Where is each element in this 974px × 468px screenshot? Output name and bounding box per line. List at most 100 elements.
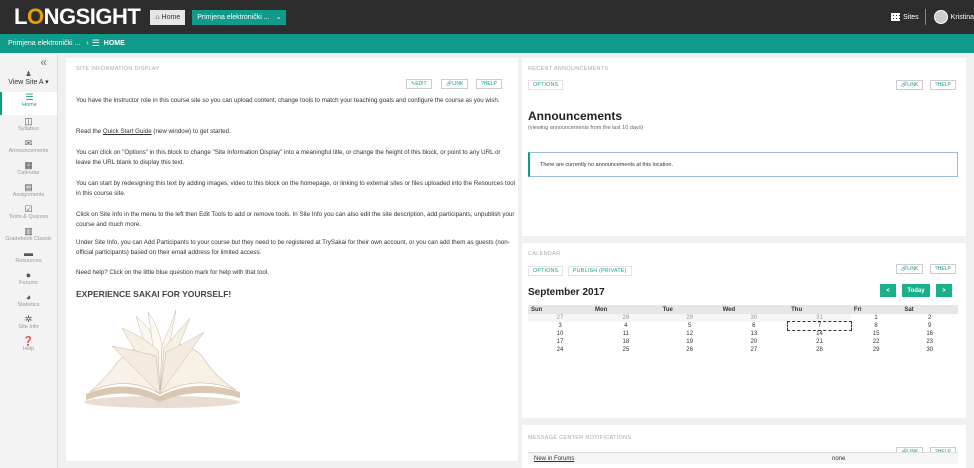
publish-private-button[interactable]: PUBLISH (PRIVATE): [568, 266, 632, 276]
longsight-logo[interactable]: LONGSIGHT: [14, 6, 141, 28]
calendar-day[interactable]: 28: [592, 314, 660, 322]
calendar-day[interactable]: 24: [528, 346, 592, 354]
calendar-day[interactable]: 6: [720, 322, 789, 330]
calendar-day[interactable]: 18: [592, 338, 660, 346]
announcements-help-button[interactable]: ?HELP: [930, 80, 956, 90]
home-button[interactable]: ⌂ Home: [150, 9, 186, 25]
collapse-sidebar-button[interactable]: «: [0, 56, 57, 70]
calendar-day[interactable]: 22: [851, 338, 901, 346]
weekday-header: Sun: [528, 305, 593, 314]
calendar-help-button[interactable]: ?HELP: [930, 264, 956, 274]
book-icon: ◫: [24, 116, 33, 126]
calendar-day[interactable]: 10: [528, 330, 592, 338]
link-button[interactable]: 🔗 LINK: [441, 79, 469, 89]
calendar-day[interactable]: 5: [660, 322, 720, 330]
calendar-day[interactable]: 19: [660, 338, 720, 346]
quick-start-guide-link[interactable]: Quick Start Guide: [103, 128, 152, 135]
today-button[interactable]: Today: [902, 284, 930, 297]
calendar-day[interactable]: 30: [901, 346, 958, 354]
calendar-day[interactable]: 23: [901, 338, 958, 346]
sidebar-item-syllabus[interactable]: ◫ Syllabus: [0, 116, 57, 137]
calendar-title: CALENDAR: [528, 251, 561, 257]
sidebar-item-site-info[interactable]: ✲ Site Info: [0, 314, 57, 335]
calendar-options-button[interactable]: OPTIONS: [528, 266, 564, 276]
calendar-day[interactable]: 26: [660, 346, 720, 354]
user-icon: ♟: [25, 71, 32, 78]
calendar-week-row: 24 25 26 27 28 29 30: [528, 346, 958, 354]
calendar-day[interactable]: 7: [787, 321, 852, 331]
sidebar-item-label: Site Info: [18, 324, 39, 330]
calendar-day[interactable]: 14: [788, 330, 851, 338]
sidebar-item-label: Announcements: [8, 148, 49, 154]
site-dropdown-button[interactable]: Primjena elektronički ... ⌄: [192, 9, 287, 25]
calendar-day[interactable]: 17: [528, 338, 592, 346]
calendar-day[interactable]: 9: [901, 322, 958, 330]
help-icon: ❓: [22, 336, 35, 346]
calendar-day[interactable]: 20: [720, 338, 789, 346]
calendar-day[interactable]: 2: [901, 314, 958, 322]
site-info-title: SITE INFORMATION DISPLAY: [76, 66, 160, 72]
calendar-day[interactable]: 11: [592, 330, 660, 338]
sidebar-item-assignments[interactable]: ▤ Assignments: [0, 182, 57, 203]
calendar-day[interactable]: 29: [851, 346, 901, 354]
calendar-day[interactable]: 3: [528, 322, 592, 330]
message-center-title: MESSAGE CENTER NOTIFICATIONS: [528, 435, 632, 441]
open-book-image: [84, 309, 240, 408]
calendar-day[interactable]: 1: [851, 314, 901, 322]
calendar-day[interactable]: 15: [851, 330, 901, 338]
help-button[interactable]: ?HELP: [476, 79, 502, 89]
previous-month-button[interactable]: <: [880, 284, 896, 297]
calendar-link-button[interactable]: 🔗 LINK: [896, 264, 924, 274]
tool-sidebar: « ♟ View Site A ▾ ☰ Home ◫ Syllabus ✉ Announc…: [0, 53, 58, 468]
calendar-day[interactable]: 27: [528, 314, 593, 322]
sidebar-item-help[interactable]: ❓ Help: [0, 336, 57, 357]
weekday-header: Sat: [901, 305, 958, 314]
avatar[interactable]: [933, 10, 948, 24]
calendar-week-row: 17 18 19 20 21 22 23: [528, 338, 958, 346]
sidebar-item-label: Gradebook Classic: [5, 236, 52, 242]
chevron-down-icon: ⌄: [275, 14, 282, 21]
calendar-day[interactable]: 4: [592, 322, 660, 330]
calendar-day[interactable]: 30: [719, 314, 789, 322]
sidebar-item-label: Syllabus: [18, 126, 39, 132]
sidebar-item-calendar[interactable]: ▦ Calendar: [0, 160, 57, 181]
view-site-as-control[interactable]: ♟ View Site A ▾: [0, 70, 57, 86]
calendar-day[interactable]: 27: [720, 346, 789, 354]
calendar-week-row: 10 11 12 13 14 15 16: [528, 330, 958, 338]
view-site-label: View Site A ▾: [8, 79, 49, 86]
calendar-day[interactable]: 16: [901, 330, 958, 338]
calendar-day[interactable]: 8: [851, 322, 901, 330]
calendar-day[interactable]: 12: [660, 330, 720, 338]
next-month-button[interactable]: >: [936, 284, 952, 297]
folder-icon: ▬: [24, 248, 33, 258]
home-icon: ☰: [25, 92, 34, 102]
calendar-day[interactable]: 28: [788, 346, 851, 354]
sidebar-item-forums[interactable]: ● Forums: [0, 270, 57, 291]
site-info-paragraph: Click on Site Info in the menu to the le…: [76, 211, 515, 228]
sidebar-item-label: Statistics: [17, 302, 40, 308]
sidebar-item-resources[interactable]: ▬ Resources: [0, 248, 57, 269]
calendar-day[interactable]: 13: [720, 330, 789, 338]
calendar-day[interactable]: 31: [788, 314, 851, 322]
calendar-day[interactable]: 21: [788, 338, 851, 346]
announcements-options-button[interactable]: OPTIONS: [528, 80, 564, 90]
intro-paragraph: You have the instructor role in this cou…: [76, 97, 500, 104]
sites-button[interactable]: Sites: [885, 9, 926, 25]
breadcrumb-site[interactable]: Primjena elektronički ...: [8, 40, 80, 47]
pie-icon: ◕: [25, 292, 32, 302]
gradebook-icon: ▥: [24, 226, 33, 236]
announcements-link-button[interactable]: 🔗 LINK: [896, 80, 924, 90]
user-name[interactable]: Kristina: [951, 14, 974, 21]
sidebar-item-statistics[interactable]: ◕ Statistics: [0, 292, 57, 313]
new-in-forums-link[interactable]: New in Forums: [534, 456, 574, 462]
sidebar-item-label: Assignments: [12, 192, 45, 198]
calendar-week-row: 3456789: [528, 321, 958, 331]
top-right-controls: Sites Kristina: [885, 0, 974, 34]
edit-button[interactable]: ✎EDIT: [406, 79, 432, 89]
calendar-day[interactable]: 29: [659, 314, 720, 322]
sidebar-item-home[interactable]: ☰ Home: [0, 92, 57, 115]
calendar-day[interactable]: 25: [592, 346, 660, 354]
sidebar-item-announcements[interactable]: ✉ Announcements: [0, 138, 57, 159]
sidebar-item-gradebook-classic[interactable]: ▥ Gradebook Classic: [0, 226, 57, 247]
sidebar-item-tests-quizzes[interactable]: ☑ Tests & Quizzes: [0, 204, 57, 225]
